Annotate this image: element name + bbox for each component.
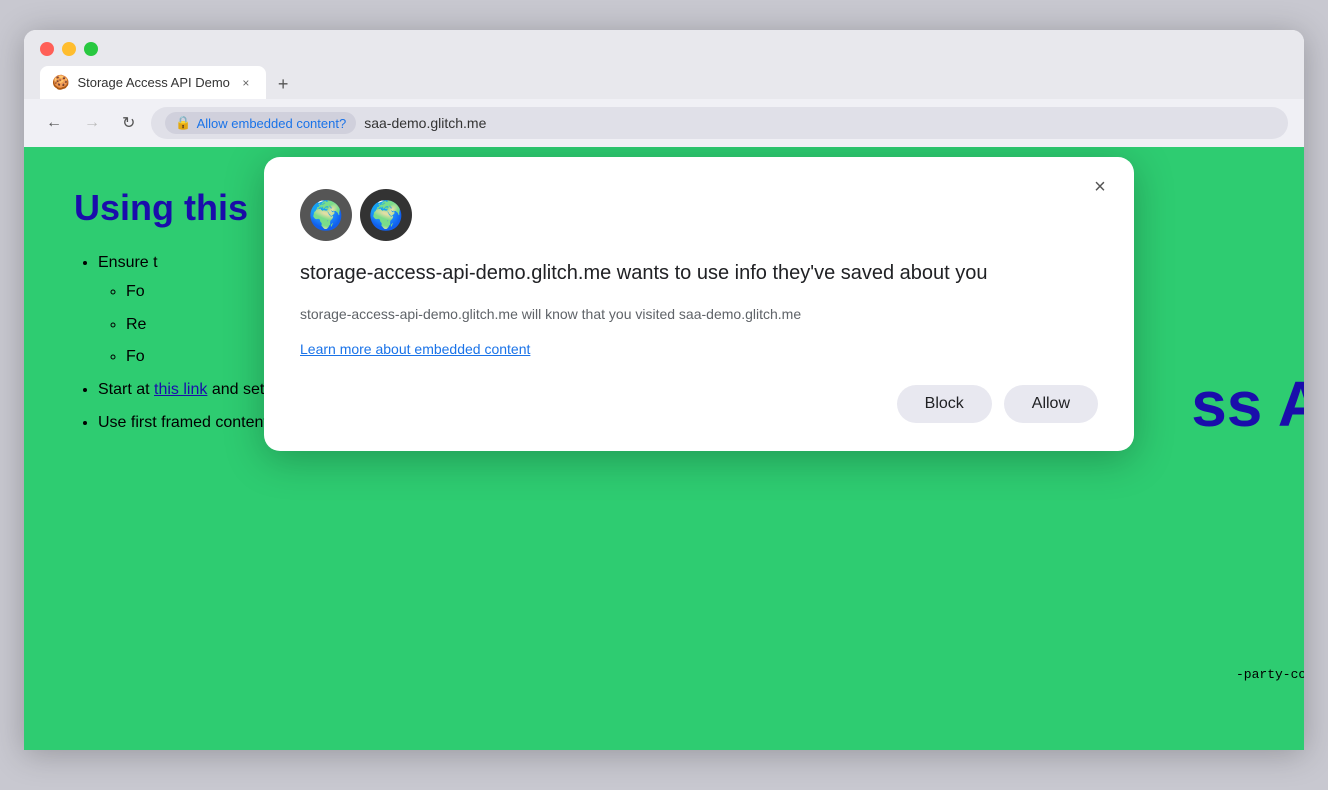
dialog-overlay: × 🌍 🌍 storage-access-api-demo.glitch.me …: [24, 147, 1304, 750]
tabs-row: 🍪 Storage Access API Demo × +: [40, 66, 1288, 99]
dialog-icons: 🌍 🌍: [300, 189, 1098, 241]
block-button[interactable]: Block: [897, 385, 992, 423]
title-bar: 🍪 Storage Access API Demo × +: [24, 30, 1304, 99]
maximize-window-button[interactable]: [84, 42, 98, 56]
toolbar: ← → ↻ 🔒 Allow embedded content? saa-demo…: [24, 99, 1304, 147]
learn-more-link[interactable]: Learn more about embedded content: [300, 341, 530, 357]
forward-button[interactable]: →: [78, 110, 106, 136]
active-tab[interactable]: 🍪 Storage Access API Demo ×: [40, 66, 266, 99]
browser-window: 🍪 Storage Access API Demo × + ← → ↻ 🔒 Al…: [24, 30, 1304, 750]
address-bar[interactable]: 🔒 Allow embedded content? saa-demo.glitc…: [151, 107, 1288, 139]
dialog-close-button[interactable]: ×: [1086, 173, 1114, 201]
page-content: Using this Ensure t Fo Re Fo Start at th…: [24, 147, 1304, 750]
back-button[interactable]: ←: [40, 110, 68, 136]
close-window-button[interactable]: [40, 42, 54, 56]
allow-button[interactable]: Allow: [1004, 385, 1098, 423]
minimize-window-button[interactable]: [62, 42, 76, 56]
dialog-description: storage-access-api-demo.glitch.me will k…: [300, 303, 1098, 325]
traffic-lights: [40, 42, 1288, 56]
tab-label: Storage Access API Demo: [77, 75, 229, 90]
dialog-title: storage-access-api-demo.glitch.me wants …: [300, 259, 1098, 287]
new-tab-button[interactable]: +: [270, 70, 297, 99]
globe-icon-2: 🌍: [360, 189, 412, 241]
tab-close-button[interactable]: ×: [238, 75, 254, 91]
permission-dialog: × 🌍 🌍 storage-access-api-demo.glitch.me …: [264, 157, 1134, 451]
tab-favicon-icon: 🍪: [52, 74, 69, 91]
dialog-actions: Block Allow: [300, 385, 1098, 423]
globe-icon-1: 🌍: [300, 189, 352, 241]
lock-icon: 🔒: [175, 115, 191, 131]
reload-button[interactable]: ↻: [116, 109, 141, 137]
permission-chip[interactable]: 🔒 Allow embedded content?: [165, 112, 356, 134]
url-display: saa-demo.glitch.me: [364, 115, 486, 131]
permission-chip-label: Allow embedded content?: [197, 116, 347, 131]
